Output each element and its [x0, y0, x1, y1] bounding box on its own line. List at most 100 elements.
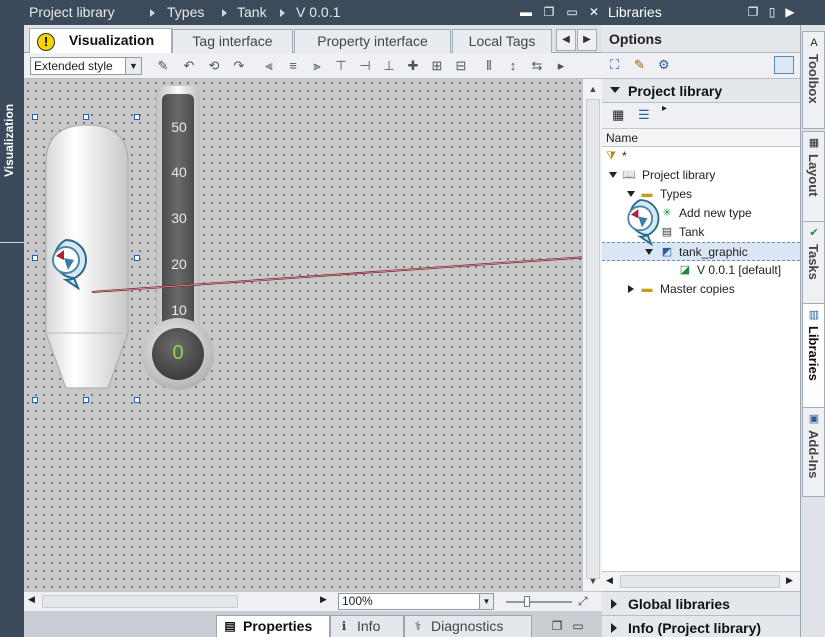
restore-icon[interactable]: ❐	[747, 6, 759, 18]
scroll-down-icon[interactable]: ▼	[585, 573, 601, 589]
libraries-title: Libraries	[608, 4, 662, 20]
list-view-icon[interactable]: ☰	[638, 107, 650, 123]
expand-icon[interactable]	[628, 285, 634, 293]
zoom-slider[interactable]	[506, 601, 572, 603]
breadcrumb-types[interactable]: Types	[167, 4, 204, 20]
selection-handle[interactable]	[134, 114, 140, 120]
center-icon[interactable]: ✚	[404, 57, 422, 75]
tab-info[interactable]: ℹ Info	[330, 615, 404, 637]
tabs-scroll-right-icon[interactable]: ▶	[577, 29, 597, 51]
close-icon[interactable]: ✕	[588, 6, 600, 18]
expand-icon[interactable]	[609, 172, 617, 178]
align-bottom-icon[interactable]: ⊥	[380, 57, 398, 75]
breadcrumb-version[interactable]: V 0.0.1	[296, 4, 340, 20]
breadcrumb-separator-icon	[280, 9, 285, 17]
canvas-horizontal-scrollbar[interactable]: ◀ ▶	[24, 594, 356, 610]
tab-diagnostics[interactable]: ⚕ Diagnostics	[404, 615, 532, 637]
restore-icon[interactable]: ❐	[543, 6, 555, 18]
selection-handle[interactable]	[83, 397, 89, 403]
inspector-tabs: ▤ Properties ℹ Info ⚕ Diagnostics ❐ ▭	[24, 611, 602, 637]
same-width-icon[interactable]: ⦀	[480, 57, 498, 75]
selection-handle[interactable]	[32, 255, 38, 261]
update-library-icon[interactable]: ⚙	[658, 57, 670, 73]
breadcrumb-tank[interactable]: Tank	[237, 4, 267, 20]
same-height-icon[interactable]: ↕	[504, 57, 522, 75]
scroll-left-icon[interactable]: ◀	[606, 575, 613, 586]
selection-handle[interactable]	[134, 255, 140, 261]
tab-tag-interface[interactable]: Tag interface	[172, 29, 293, 53]
zoom-slider-thumb[interactable]	[524, 596, 530, 607]
library-view-toggle[interactable]	[774, 56, 794, 74]
thermometer-gauge[interactable]: 50 40 30 20 10 0	[142, 86, 214, 392]
expand-icon[interactable]	[627, 191, 635, 197]
tabs-scroll-left-icon[interactable]: ◀	[556, 29, 576, 51]
tree-scroll-thumb[interactable]	[620, 575, 780, 588]
tab-property-interface[interactable]: Property interface	[294, 29, 451, 53]
selection-handle[interactable]	[134, 397, 140, 403]
tab-add-ins[interactable]: ▣ Add-Ins	[802, 407, 825, 497]
tab-properties[interactable]: ▤ Properties	[216, 615, 330, 637]
more-icon[interactable]: ▸	[662, 103, 667, 114]
group-icon[interactable]: ⊟	[452, 57, 470, 75]
align-right-icon[interactable]: ⫸	[308, 57, 326, 75]
float-icon[interactable]: ▭	[572, 620, 584, 632]
rotate-left-icon[interactable]: ↶	[180, 57, 198, 75]
selection-handle[interactable]	[32, 397, 38, 403]
collapse-panel-icon[interactable]: ▶	[784, 6, 796, 18]
scroll-up-icon[interactable]: ▲	[585, 81, 601, 97]
info-section-header[interactable]: Info (Project library)	[602, 615, 800, 637]
tree-horizontal-scrollbar[interactable]: ◀ ▶	[602, 571, 800, 591]
scroll-left-icon[interactable]: ◀	[28, 594, 35, 605]
tab-visualization[interactable]: ! Visualization	[29, 28, 172, 54]
split-icon[interactable]: ▯	[766, 6, 778, 18]
tree-item-label: Tank	[679, 225, 705, 239]
distribute-icon[interactable]: ⊞	[428, 57, 446, 75]
scroll-right-icon[interactable]: ▶	[320, 594, 327, 605]
graphic-icon: ◩	[661, 246, 673, 258]
more-tools-icon[interactable]: ▸	[552, 57, 570, 75]
style-select[interactable]: Extended style ▼	[30, 57, 142, 75]
tab-toolbox[interactable]: A Toolbox	[802, 31, 825, 129]
align-center-icon[interactable]: ≡	[284, 57, 302, 75]
resize-icon[interactable]: ⇆	[528, 57, 546, 75]
project-library-section-header[interactable]: Project library	[602, 79, 800, 103]
filter-row[interactable]: ⧩ *	[602, 147, 800, 166]
tree-item-project-library[interactable]: 📖 Project library	[602, 166, 800, 185]
scroll-thumb[interactable]	[586, 99, 600, 579]
global-libraries-section-header[interactable]: Global libraries	[602, 591, 800, 615]
minimize-icon[interactable]: ▬	[520, 6, 532, 18]
tab-layout[interactable]: ▦ Layout	[802, 131, 825, 227]
zoom-select[interactable]: 100% ▼	[338, 593, 494, 610]
options-bar: Options	[602, 25, 800, 53]
tab-libraries[interactable]: ▥ Libraries	[802, 303, 825, 411]
chevron-right-icon	[611, 599, 617, 609]
breadcrumb-project-library[interactable]: Project library	[29, 4, 115, 20]
rotate-icon[interactable]: ⟲	[205, 57, 223, 75]
selection-handle[interactable]	[32, 114, 38, 120]
rotate-right-icon[interactable]: ↷	[230, 57, 248, 75]
name-column-header[interactable]: Name	[602, 129, 800, 147]
format-painter-icon[interactable]: ✎	[154, 57, 172, 75]
tree-item-master-copies[interactable]: ▬ Master copies	[602, 280, 800, 299]
tab-tasks[interactable]: ✔ Tasks	[802, 221, 825, 313]
selection-handle[interactable]	[83, 114, 89, 120]
align-top-icon[interactable]: ⊤	[332, 57, 350, 75]
align-middle-icon[interactable]: ⊣	[356, 57, 374, 75]
open-library-icon[interactable]: ✎	[634, 57, 645, 73]
fit-icon[interactable]: ⤢	[578, 594, 588, 609]
visualization-side-strip[interactable]: Visualization	[0, 0, 24, 637]
scroll-right-icon[interactable]: ▶	[786, 575, 793, 586]
visualization-strip-label: Visualization	[2, 103, 16, 177]
canvas-vertical-scrollbar[interactable]: ▲ ▼	[582, 79, 602, 591]
hscroll-thumb[interactable]	[42, 595, 238, 608]
align-left-icon[interactable]: ⫷	[260, 57, 278, 75]
float-icon[interactable]: ▭	[566, 6, 578, 18]
restore-icon[interactable]: ❐	[551, 620, 563, 632]
add-folder-icon[interactable]: ▦	[612, 107, 624, 123]
library-view-icon[interactable]: ⛶	[610, 57, 619, 73]
tasks-icon: ✔	[809, 227, 819, 239]
tree-item-version[interactable]: ◪ V 0.0.1 [default]	[602, 261, 800, 280]
tab-local-tags[interactable]: Local Tags	[452, 29, 552, 53]
project-library-toolbar: ▦ ☰ ▸	[602, 103, 800, 129]
expand-icon[interactable]	[645, 249, 653, 255]
